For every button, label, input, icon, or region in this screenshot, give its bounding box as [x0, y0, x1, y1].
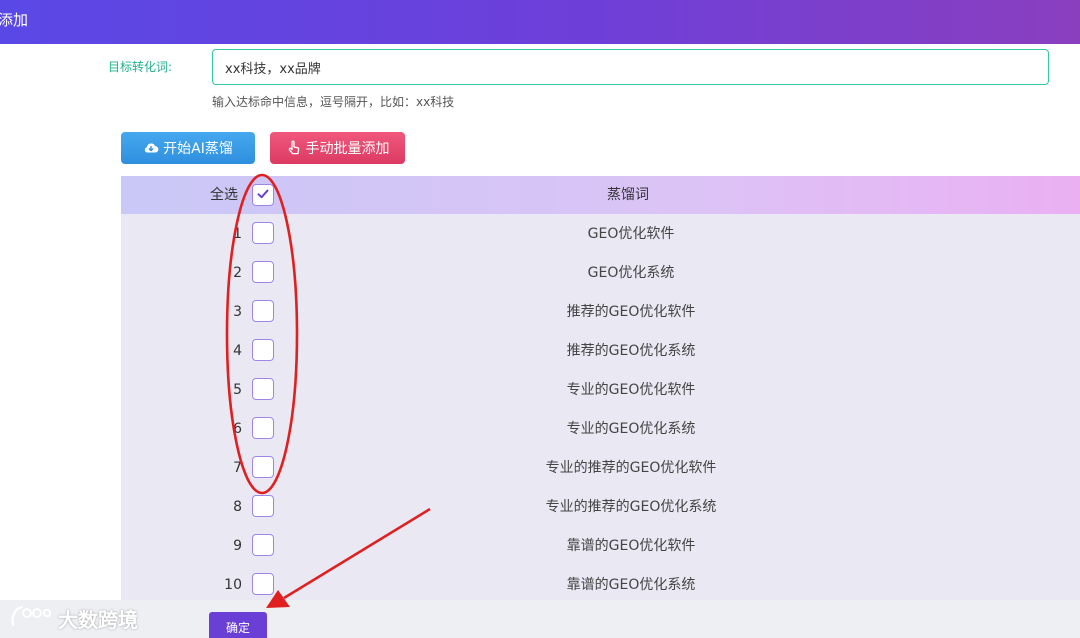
dialog-footer	[0, 600, 1080, 638]
distill-word: 专业的GEO优化系统	[566, 421, 696, 437]
checkmark-icon	[256, 186, 270, 205]
dialog-header: 添加	[0, 0, 1080, 44]
distill-word: 专业的推荐的GEO优化软件	[545, 460, 717, 476]
row-checkbox[interactable]	[252, 456, 274, 478]
cloud-download-icon	[143, 140, 159, 156]
distill-word: GEO优化软件	[587, 226, 675, 242]
start-ai-distill-button[interactable]: 开始AI蒸馏	[121, 132, 255, 164]
watermark-logo-icon	[10, 603, 52, 633]
dialog-title: 添加	[0, 11, 29, 29]
table-header: 全选 蒸馏词	[121, 176, 1080, 214]
row-number: 2	[233, 265, 242, 281]
row-number: 3	[233, 304, 242, 320]
row-checkbox[interactable]	[252, 534, 274, 556]
table-row: 5 专业的GEO优化软件	[121, 370, 1080, 409]
table-row: 7 专业的推荐的GEO优化软件	[121, 448, 1080, 487]
hand-pointer-icon	[286, 140, 302, 156]
distill-word-column-header: 蒸馏词	[607, 187, 649, 203]
row-checkbox[interactable]	[252, 261, 274, 283]
distill-word: 靠谱的GEO优化软件	[566, 538, 696, 554]
distill-word-table: 全选 蒸馏词 1 GEO优化软件 2 GEO优化系统 3 推荐的GEO优化软件 …	[121, 176, 1080, 602]
distill-word: 推荐的GEO优化软件	[566, 304, 696, 320]
row-number: 9	[233, 538, 242, 554]
start-ai-distill-label: 开始AI蒸馏	[163, 141, 233, 157]
table-row: 3 推荐的GEO优化软件	[121, 292, 1080, 331]
row-checkbox[interactable]	[252, 417, 274, 439]
row-number: 5	[233, 382, 242, 398]
row-checkbox[interactable]	[252, 378, 274, 400]
row-number: 6	[233, 421, 242, 437]
row-number: 8	[233, 499, 242, 515]
watermark-text: 大数跨境	[58, 607, 138, 632]
row-checkbox[interactable]	[252, 573, 274, 595]
row-checkbox[interactable]	[252, 222, 274, 244]
select-all-label: 全选	[210, 187, 238, 203]
table-row: 6 专业的GEO优化系统	[121, 409, 1080, 448]
row-checkbox[interactable]	[252, 300, 274, 322]
row-checkbox[interactable]	[252, 339, 274, 361]
distill-word: 专业的推荐的GEO优化系统	[545, 499, 717, 515]
row-number: 7	[233, 460, 242, 476]
target-word-label: 目标转化词:	[108, 60, 173, 74]
distill-word: 专业的GEO优化软件	[566, 382, 696, 398]
table-row: 9 靠谱的GEO优化软件	[121, 526, 1080, 565]
table-row: 10 靠谱的GEO优化系统	[121, 565, 1080, 602]
table-row: 8 专业的推荐的GEO优化系统	[121, 487, 1080, 526]
manual-batch-add-button[interactable]: 手动批量添加	[270, 132, 405, 164]
add-dialog: 添加 目标转化词: 输入达标命中信息，逗号隔开，比如：xx科技 开始AI蒸馏 手…	[0, 0, 1080, 638]
row-checkbox[interactable]	[252, 495, 274, 517]
confirm-button[interactable]: 确定	[209, 612, 267, 638]
watermark: 大数跨境	[10, 603, 138, 633]
manual-batch-add-label: 手动批量添加	[305, 141, 390, 157]
target-word-input[interactable]	[212, 49, 1049, 85]
row-number: 4	[233, 343, 242, 359]
row-number: 10	[224, 577, 242, 593]
distill-word: 靠谱的GEO优化系统	[566, 577, 696, 593]
target-word-hint: 输入达标命中信息，逗号隔开，比如：xx科技	[212, 95, 455, 109]
table-row: 4 推荐的GEO优化系统	[121, 331, 1080, 370]
distill-word: GEO优化系统	[587, 265, 675, 281]
table-row: 1 GEO优化软件	[121, 214, 1080, 253]
table-row: 2 GEO优化系统	[121, 253, 1080, 292]
select-all-checkbox[interactable]	[252, 184, 274, 206]
distill-word: 推荐的GEO优化系统	[566, 343, 696, 359]
row-number: 1	[233, 226, 242, 242]
